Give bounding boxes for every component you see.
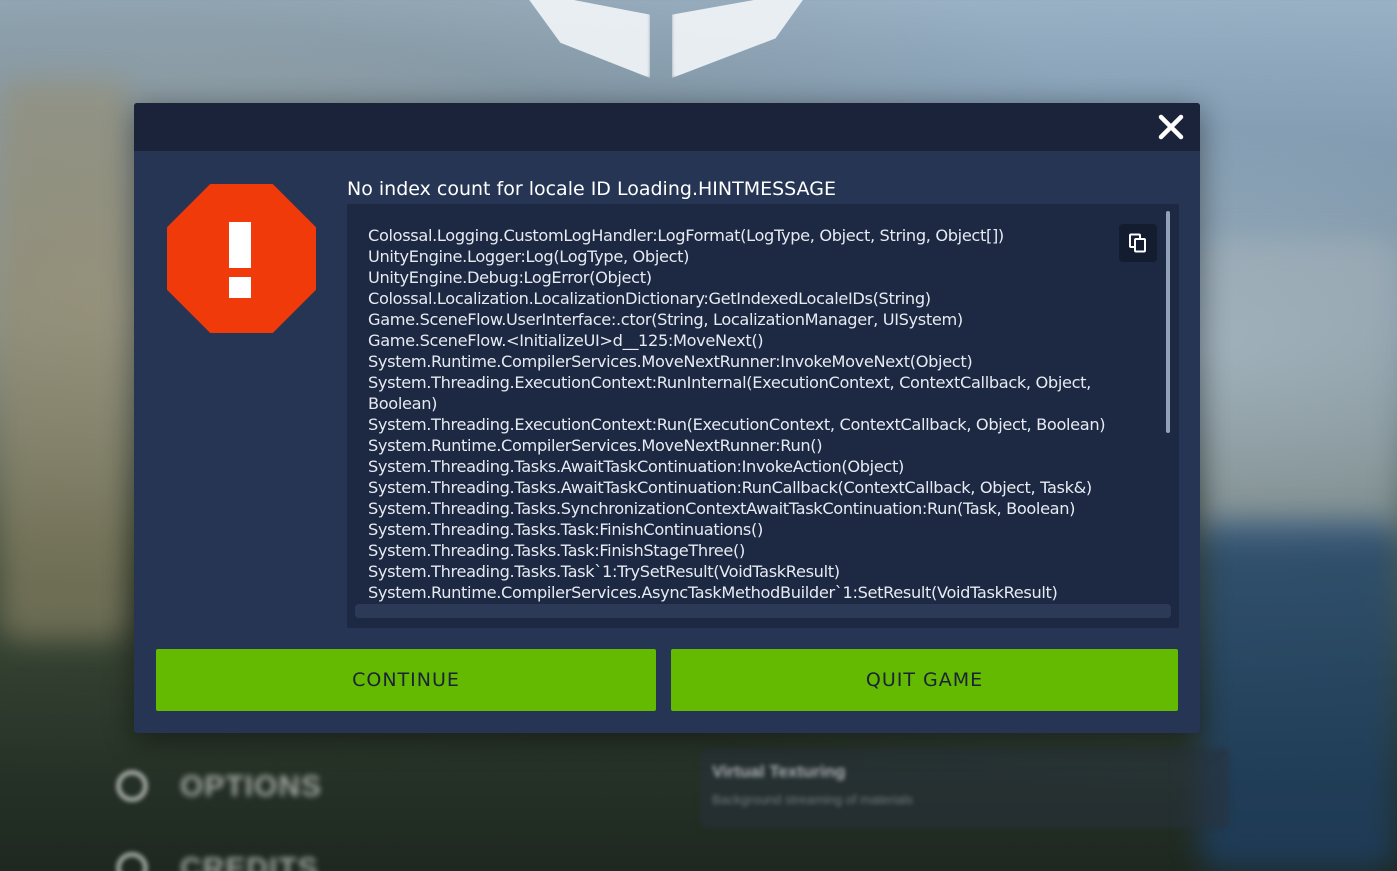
background-menu-options: OPTIONS <box>180 770 323 803</box>
background-logo-left-shape <box>522 0 650 78</box>
stack-trace-line: System.Threading.ExecutionContext:RunInt… <box>368 373 1091 413</box>
stack-trace-line: Colossal.Localization.LocalizationDictio… <box>368 289 931 308</box>
error-dialog: No index count for locale ID Loading.HIN… <box>134 103 1200 733</box>
stack-trace-line: System.Threading.ExecutionContext:Run(Ex… <box>368 415 1106 434</box>
stack-trace-line: System.Threading.Tasks.AwaitTaskContinua… <box>368 457 904 476</box>
stack-trace-line: System.Threading.Tasks.Task:FinishStageT… <box>368 541 745 560</box>
horizontal-scrollbar[interactable] <box>355 604 1171 618</box>
stack-trace-line: Colossal.Logging.CustomLogHandler:LogFor… <box>368 226 1004 245</box>
background-panel-subtitle: Background streaming of materials <box>712 792 913 807</box>
stack-trace-box[interactable]: Colossal.Logging.CustomLogHandler:LogFor… <box>347 204 1179 628</box>
dialog-header <box>134 103 1200 151</box>
background-city-left <box>0 80 130 640</box>
copy-button[interactable] <box>1119 224 1157 262</box>
stack-trace-line: Game.SceneFlow.UserInterface:.ctor(Strin… <box>368 310 963 329</box>
stack-trace-line: Game.SceneFlow.<InitializeUI>d__125:Move… <box>368 331 764 350</box>
vertical-scrollbar-thumb[interactable] <box>1166 211 1170 433</box>
background-logo-right-shape <box>672 0 810 78</box>
background-menu-credits: CREDITS <box>180 852 319 871</box>
stack-trace-line: UnityEngine.Logger:Log(LogType, Object) <box>368 247 690 266</box>
error-message: No index count for locale ID Loading.HIN… <box>347 178 836 200</box>
stack-trace-line: UnityEngine.Debug:LogError(Object) <box>368 268 652 287</box>
background-city-right <box>1200 240 1397 540</box>
close-button[interactable] <box>1156 112 1186 142</box>
continue-button[interactable]: CONTINUE <box>156 649 656 711</box>
background-credits-icon <box>116 852 148 871</box>
close-icon <box>1158 114 1184 140</box>
stack-trace-line: System.Threading.Tasks.SynchronizationCo… <box>368 499 1076 518</box>
quit-game-button[interactable]: QUIT GAME <box>671 649 1178 711</box>
background-options-gear-icon <box>116 770 148 802</box>
error-stop-icon <box>167 184 316 333</box>
copy-icon <box>1129 233 1146 253</box>
stack-trace-line: System.Threading.Tasks.Task:FinishContin… <box>368 520 763 539</box>
stack-trace-line: System.Runtime.CompilerServices.MoveNext… <box>368 352 973 371</box>
background-panel-title: Virtual Texturing <box>712 762 846 781</box>
stack-trace-line: System.Threading.Tasks.AwaitTaskContinua… <box>368 478 1092 497</box>
background-settings-panel <box>700 748 1230 828</box>
stack-trace-line: System.Runtime.CompilerServices.AsyncTas… <box>368 583 1058 602</box>
stack-trace-line: System.Threading.Tasks.Task`1:TrySetResu… <box>368 562 840 581</box>
stack-trace-line: System.Runtime.CompilerServices.MoveNext… <box>368 436 823 455</box>
stack-trace-text: Colossal.Logging.CustomLogHandler:LogFor… <box>368 225 1138 603</box>
